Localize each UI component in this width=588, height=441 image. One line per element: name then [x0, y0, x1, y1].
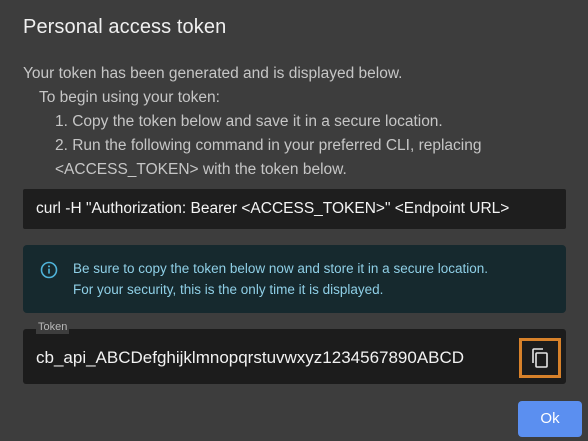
description-line: Your token has been generated and is dis… — [23, 65, 403, 82]
access-token-dialog: Personal access token Your token has bee… — [0, 0, 588, 441]
info-text-line: For your security, this is the only time… — [73, 282, 384, 297]
command-block[interactable]: curl -H "Authorization: Bearer <ACCESS_T… — [23, 189, 566, 229]
copy-token-button[interactable] — [519, 338, 561, 378]
ok-button[interactable]: Ok — [518, 401, 582, 437]
info-icon — [40, 261, 58, 279]
copy-icon — [532, 348, 548, 368]
token-field-label: Token — [36, 321, 70, 334]
description-line: To begin using your token: — [39, 89, 220, 106]
curl-command[interactable]: curl -H "Authorization: Bearer <ACCESS_T… — [36, 200, 509, 218]
dialog-title: Personal access token — [23, 16, 227, 38]
instruction-step-2-continued: <ACCESS_TOKEN> with the token below. — [55, 161, 347, 178]
token-value[interactable]: cb_api_ABCDefghijklmnopqrstuvwxyz1234567… — [36, 348, 464, 368]
instruction-step-2: 2. Run the following command in your pre… — [55, 137, 482, 154]
info-text-line: Be sure to copy the token below now and … — [73, 261, 488, 276]
instruction-step-1: 1. Copy the token below and save it in a… — [55, 113, 443, 130]
token-field[interactable]: cb_api_ABCDefghijklmnopqrstuvwxyz1234567… — [23, 329, 566, 384]
info-banner: Be sure to copy the token below now and … — [23, 245, 566, 313]
